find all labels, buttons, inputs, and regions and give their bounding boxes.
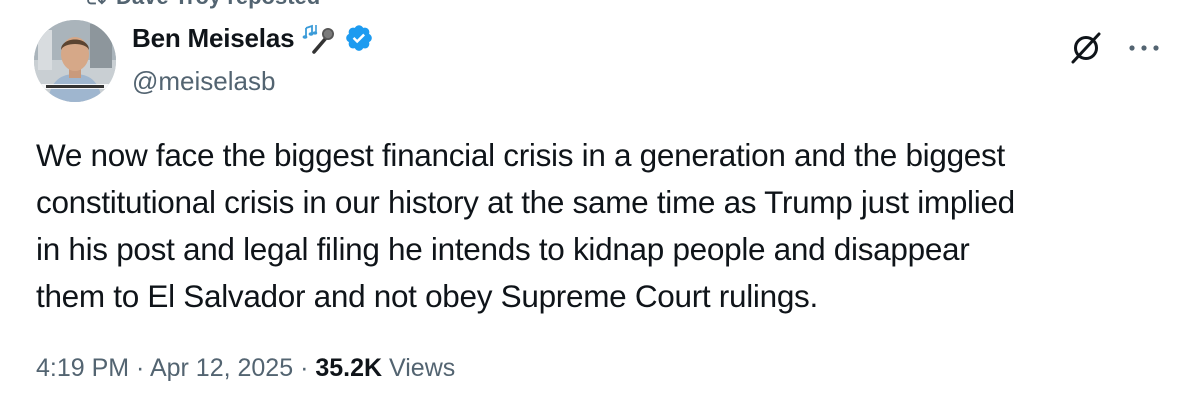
more-options-button[interactable]: [1124, 28, 1164, 68]
separator: ·: [293, 354, 316, 382]
author-name-row[interactable]: Ben Meiselas: [132, 22, 374, 54]
tweet-time[interactable]: 4:19 PM: [36, 354, 129, 382]
author-handle[interactable]: @meiselasb: [132, 66, 275, 97]
tweet-text-line: in his post and legal filing he intends …: [36, 231, 970, 267]
tweet-text: We now face the biggest financial crisis…: [36, 132, 1176, 320]
tweet-card: Dave Troy reposted Ben Meiselas: [0, 0, 1196, 418]
tweet-text-line: them to El Salvador and not obey Supreme…: [36, 278, 818, 314]
tweet-text-line: We now face the biggest financial crisis…: [36, 137, 1005, 173]
repost-indicator[interactable]: Dave Troy reposted: [84, 0, 320, 10]
tweet-meta: 4:19 PM · Apr 12, 2025 · 35.2K Views: [36, 354, 455, 383]
more-dots-icon: [1129, 45, 1159, 51]
repost-label: Dave Troy reposted: [116, 0, 320, 10]
views-count: 35.2K: [315, 354, 383, 382]
tweet-date[interactable]: Apr 12, 2025: [150, 354, 293, 382]
separator: ·: [129, 354, 150, 382]
avatar[interactable]: [34, 20, 116, 102]
views-label: Views: [382, 354, 456, 382]
verified-badge-icon[interactable]: [344, 23, 374, 53]
musical-notes-microphone-icon: [302, 24, 335, 54]
repost-icon: [87, 0, 106, 5]
display-name[interactable]: Ben Meiselas: [132, 23, 295, 54]
grok-icon: [1071, 32, 1101, 64]
tweet-text-line: constitutional crisis in our history at …: [36, 184, 1015, 220]
grok-button[interactable]: [1064, 28, 1108, 68]
